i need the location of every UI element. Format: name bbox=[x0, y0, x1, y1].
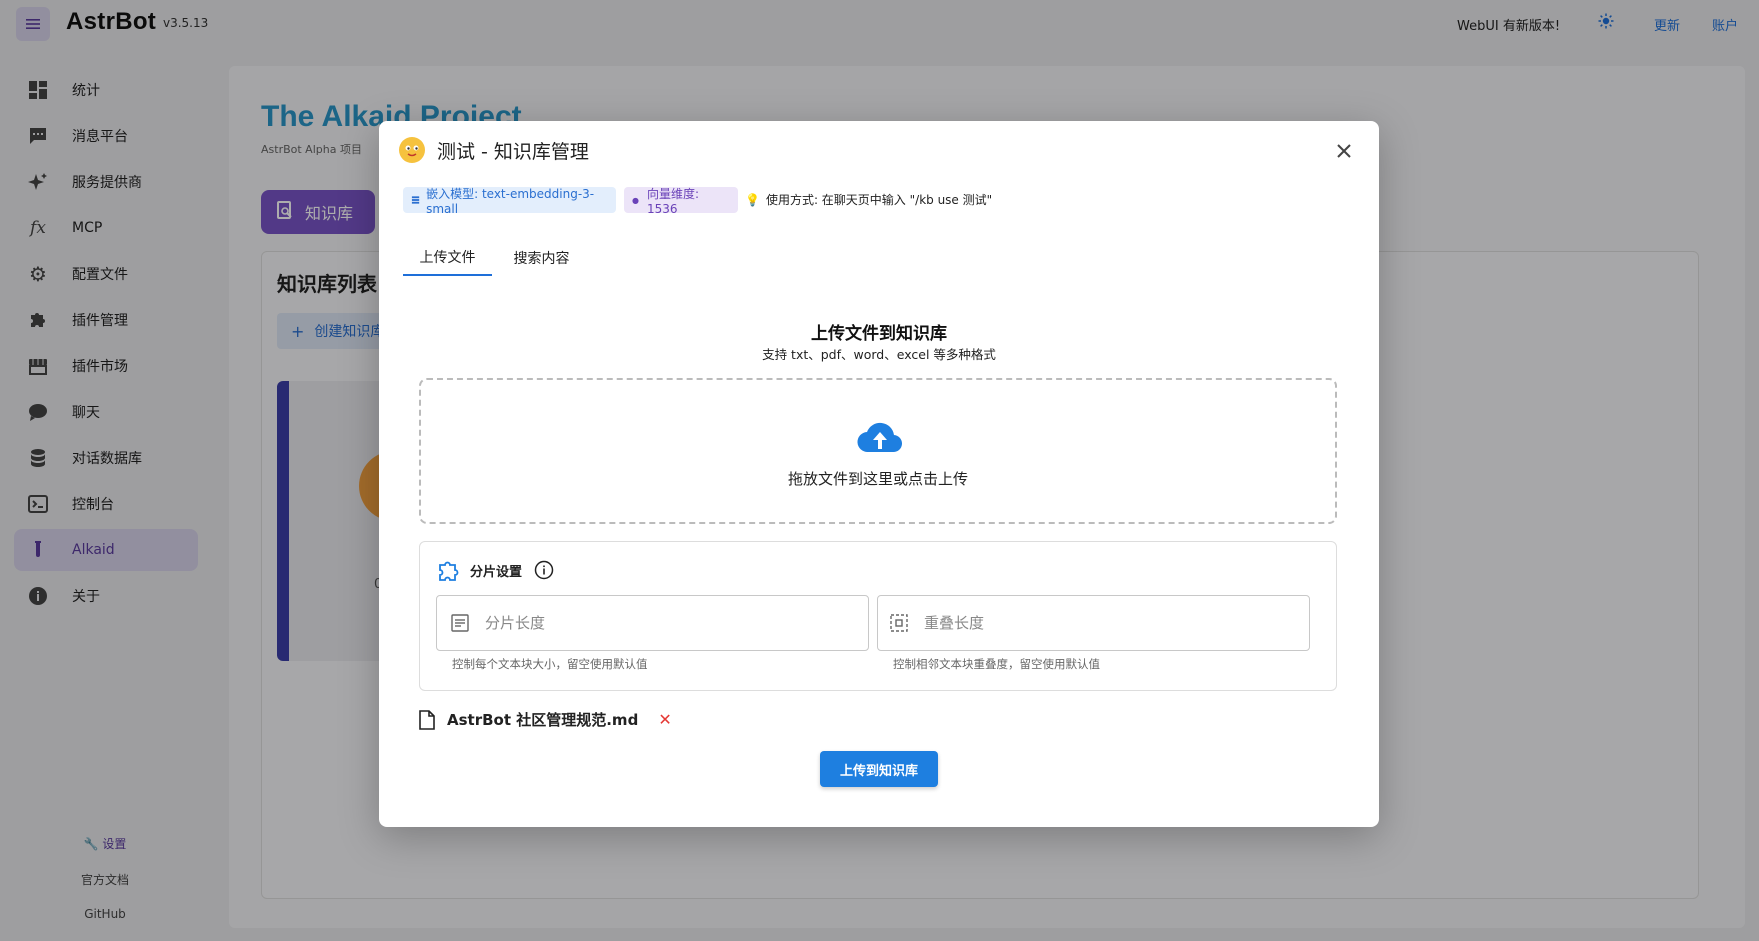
file-icon bbox=[419, 709, 435, 730]
vector-dimension-label: 向量维度: 1536 bbox=[646, 186, 700, 216]
puzzle-icon bbox=[439, 561, 459, 581]
usage-hint: 💡 使用方式: 在聊天页中输入 "/kb use 测试" bbox=[745, 191, 992, 208]
overlap-length-hint: 控制相邻文本块重叠度，留空使用默认值 bbox=[893, 657, 1100, 671]
usage-text: 使用方式: 在聊天页中输入 "/kb use 测试" bbox=[765, 193, 993, 207]
close-icon bbox=[1337, 144, 1351, 158]
remove-file-button[interactable]: ✕ bbox=[658, 710, 671, 729]
upload-subtitle: 支持 txt、pdf、word、excel 等多种格式 bbox=[762, 347, 996, 362]
layers-icon bbox=[411, 196, 420, 204]
embedding-model-chip: 嵌入模型: text-embedding-3-small bbox=[403, 186, 616, 216]
kb-manage-dialog: 测试 - 知识库管理 嵌入模型: text-embedding-3-small … bbox=[379, 121, 1379, 827]
file-dropzone[interactable]: 拖放文件到这里或点击上传 bbox=[419, 378, 1337, 524]
chunk-info-button[interactable] bbox=[534, 560, 554, 580]
text-lines-icon bbox=[451, 614, 469, 632]
info-outline-icon bbox=[534, 560, 554, 580]
overlap-length-input[interactable] bbox=[922, 613, 1286, 633]
overlap-length-field[interactable] bbox=[877, 595, 1310, 651]
upload-title: 上传文件到知识库 bbox=[811, 324, 947, 344]
embedding-model-label: 嵌入模型: text-embedding-3-small bbox=[426, 186, 595, 216]
chunk-length-input[interactable] bbox=[483, 613, 847, 633]
chunk-settings-title: 分片设置 bbox=[470, 564, 523, 580]
lightbulb-icon: 💡 bbox=[745, 192, 760, 207]
chunk-length-hint: 控制每个文本块大小，留空使用默认值 bbox=[452, 657, 648, 671]
tab-search-content[interactable]: 搜索内容 bbox=[492, 240, 591, 276]
selected-file: AstrBot 社区管理规范.md ✕ bbox=[419, 709, 672, 730]
kb-emoji-icon bbox=[399, 137, 425, 163]
cloud-upload-icon bbox=[857, 422, 903, 453]
chunk-settings-header: 分片设置 bbox=[436, 558, 554, 582]
dot-icon: ● bbox=[632, 195, 639, 205]
chunk-settings: 分片设置 控制每个文本块大小，留空使用默认值 控制相邻文本块重叠度，留空使用默认… bbox=[419, 541, 1337, 691]
file-name: AstrBot 社区管理规范.md bbox=[447, 711, 639, 729]
vector-dimension-chip: ● 向量维度: 1536 bbox=[624, 186, 738, 216]
dialog-close-button[interactable] bbox=[1330, 137, 1358, 165]
dialog-title: 测试 - 知识库管理 bbox=[437, 141, 589, 163]
overlap-icon bbox=[890, 614, 908, 632]
tab-upload-file[interactable]: 上传文件 bbox=[403, 240, 492, 276]
chunk-length-field[interactable] bbox=[436, 595, 869, 651]
dropzone-text: 拖放文件到这里或点击上传 bbox=[787, 470, 968, 488]
upload-to-kb-button[interactable]: 上传到知识库 bbox=[820, 751, 938, 787]
dialog-tabs: 上传文件 搜索内容 bbox=[403, 240, 1357, 276]
